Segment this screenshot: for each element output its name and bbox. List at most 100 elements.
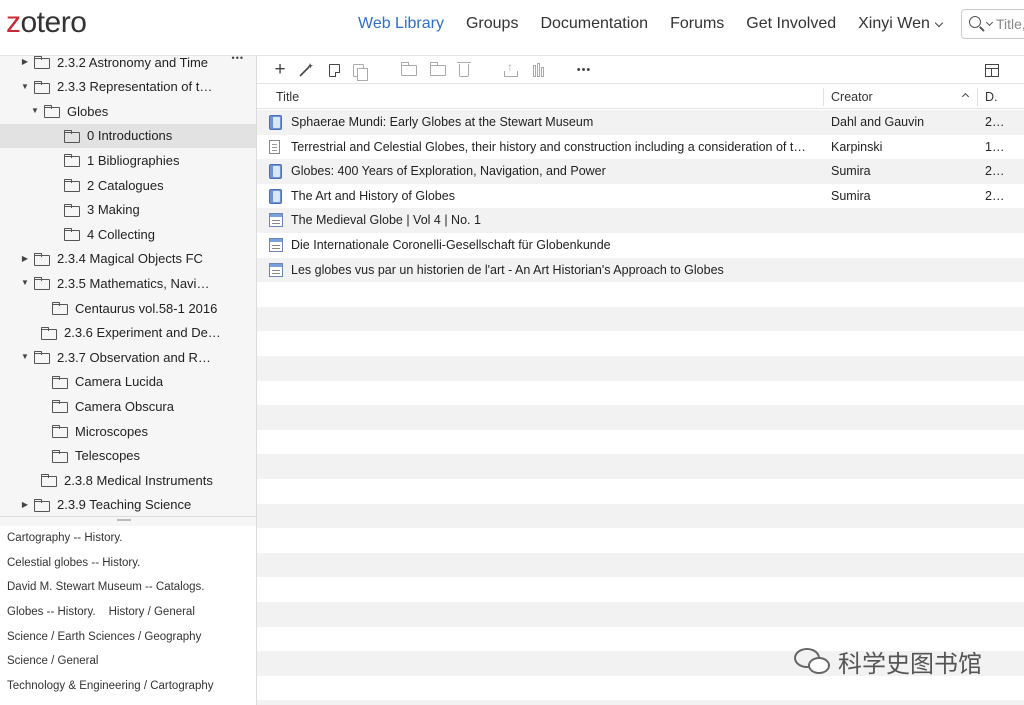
expand-right-icon[interactable]: ▶ (20, 57, 30, 66)
folder-icon (64, 179, 80, 192)
expand-down-icon[interactable]: ▼ (20, 82, 30, 91)
tag-line: Celestial globes -- History. (7, 551, 256, 576)
nav-documentation[interactable]: Documentation (540, 15, 648, 33)
new-item-button[interactable]: + (271, 59, 289, 80)
items-pane: + ••• Title Creator D. Sphaerae Mundi: E… (257, 56, 1024, 705)
sort-ascending-icon[interactable] (961, 92, 970, 101)
tag[interactable]: Science / General (7, 655, 98, 667)
expand-down-icon[interactable]: ▼ (20, 352, 30, 361)
nav-forums[interactable]: Forums (670, 15, 724, 33)
magic-wand-icon (299, 63, 313, 77)
item-title: Die Internationale Coronelli-Gesellschaf… (291, 238, 611, 252)
expand-down-icon[interactable]: ▼ (20, 278, 30, 287)
tag[interactable]: History / General (109, 606, 195, 618)
item-row[interactable]: Globes: 400 Years of Exploration, Naviga… (257, 159, 1024, 184)
expand-right-icon[interactable]: ▶ (20, 254, 30, 263)
collection-item[interactable]: 4 Collecting (0, 222, 256, 246)
item-row[interactable]: Sphaerae Mundi: Early Globes at the Stew… (257, 110, 1024, 135)
collection-item[interactable]: Microscopes (0, 419, 256, 443)
add-to-collection-button[interactable] (400, 61, 418, 79)
collection-item[interactable]: Camera Obscura (0, 394, 256, 418)
collection-item[interactable]: 2 Catalogues (0, 173, 256, 197)
nav-get-involved[interactable]: Get Involved (746, 15, 836, 33)
tag[interactable]: Cartography -- History. (7, 532, 122, 544)
new-note-button[interactable] (325, 61, 343, 79)
collection-item[interactable]: 2.3.8 Medical Instruments (0, 468, 256, 492)
tag[interactable]: David M. Stewart Museum -- Catalogs. (7, 581, 204, 593)
tag-line: David M. Stewart Museum -- Catalogs. (7, 575, 256, 600)
item-title: Globes: 400 Years of Exploration, Naviga… (291, 164, 606, 179)
item-row[interactable]: Terrestrial and Celestial Globes, their … (257, 135, 1024, 160)
collection-item[interactable]: ▼ 2.3.7 Observation and R… (0, 345, 256, 369)
folder-icon (44, 105, 60, 119)
item-row[interactable]: Die Internationale Coronelli-Gesellschaf… (257, 233, 1024, 258)
watermark-text: 科学史图书馆 (838, 650, 982, 678)
collection-item[interactable]: ▼ 2.3.5 Mathematics, Navi… (0, 271, 256, 295)
tag[interactable]: Science / Earth Sciences / Geography (7, 631, 201, 643)
column-date[interactable]: D. (985, 85, 998, 109)
item-title: The Medieval Globe | Vol 4 | No. 1 (291, 213, 481, 228)
tag[interactable]: Globes -- History. (7, 606, 96, 618)
collection-label: 2.3.4 Magical Objects FC (57, 251, 203, 267)
collection-item[interactable]: 1 Bibliographies (0, 148, 256, 172)
collection-item[interactable]: ▶ 2.3.9 Teaching Science (0, 493, 256, 516)
user-menu[interactable]: Xinyi Wen (858, 15, 944, 33)
item-creator: Karpinski (831, 139, 883, 154)
collection-label: 2 Catalogues (87, 177, 164, 193)
magazine-icon (269, 213, 283, 228)
export-button[interactable] (502, 60, 520, 79)
folder-icon (41, 474, 57, 488)
empty-row (257, 552, 1024, 578)
book-icon (269, 115, 282, 130)
nav-web-library[interactable]: Web Library (358, 15, 444, 33)
collection-item[interactable]: ▼ 2.3.3 Representation of t… (0, 75, 256, 99)
empty-row (257, 356, 1024, 381)
more-actions-button[interactable]: ••• (575, 61, 593, 79)
folder-icon (34, 80, 50, 94)
empty-row (257, 381, 1024, 406)
item-row[interactable]: The Medieval Globe | Vol 4 | No. 1 (257, 208, 1024, 233)
empty-row (257, 528, 1024, 553)
collection-item[interactable]: ▶ 2.3.4 Magical Objects FC (0, 247, 256, 271)
collection-item[interactable]: 2.3.6 Experiment and De… (0, 321, 256, 345)
empty-row (257, 676, 1024, 701)
nav-groups[interactable]: Groups (466, 15, 518, 33)
expand-down-icon[interactable]: ▼ (30, 106, 40, 115)
pane-splitter[interactable] (0, 516, 256, 517)
move-to-trash-button[interactable] (455, 61, 473, 79)
collection-label: 2.3.3 Representation of t… (57, 79, 213, 95)
collection-options-icon[interactable]: ••• (232, 56, 244, 63)
collection-item[interactable]: ▶ 2.3.2 Astronomy and Time ••• (0, 56, 256, 74)
folder-icon (34, 351, 50, 365)
column-divider[interactable] (977, 88, 978, 106)
collection-item[interactable]: ▼ Globes (0, 99, 256, 123)
add-by-identifier-button[interactable] (297, 61, 315, 79)
search-mode-chevron-icon[interactable] (985, 18, 994, 27)
tag[interactable]: Technology & Engineering / Cartography (7, 680, 214, 692)
collection-item[interactable]: 0 Introductions (0, 123, 256, 148)
collection-item[interactable]: Telescopes (0, 444, 256, 468)
duplicate-item-button[interactable] (349, 61, 368, 81)
remove-from-collection-button[interactable] (429, 61, 447, 79)
column-creator[interactable]: Creator (831, 85, 873, 109)
collection-item[interactable]: Camera Lucida (0, 370, 256, 394)
column-title[interactable]: Title (276, 85, 299, 109)
collection-item[interactable]: Centaurus vol.58-1 2016 (0, 296, 256, 320)
tag-line: Cartography -- History. (7, 526, 256, 551)
tag[interactable]: Celestial globes -- History. (7, 557, 140, 569)
splitter-grip-icon[interactable] (117, 519, 131, 521)
column-picker-button[interactable] (983, 61, 1001, 79)
folder-icon (52, 302, 68, 315)
column-divider[interactable] (823, 88, 824, 106)
search-input[interactable] (996, 14, 1024, 34)
collection-label: 2.3.7 Observation and R… (57, 349, 211, 365)
collection-label: Centaurus vol.58-1 2016 (75, 300, 218, 316)
book-icon (269, 164, 282, 180)
collection-item[interactable]: 3 Making (0, 198, 256, 222)
item-row[interactable]: The Art and History of Globes Sumira 2… (257, 184, 1024, 209)
search-icon[interactable] (969, 16, 981, 28)
expand-right-icon[interactable]: ▶ (20, 500, 30, 509)
bibliography-button[interactable] (529, 61, 547, 79)
item-row[interactable]: Les globes vus par un historien de l'art… (257, 257, 1024, 283)
zotero-logo[interactable]: zotero (6, 6, 87, 40)
